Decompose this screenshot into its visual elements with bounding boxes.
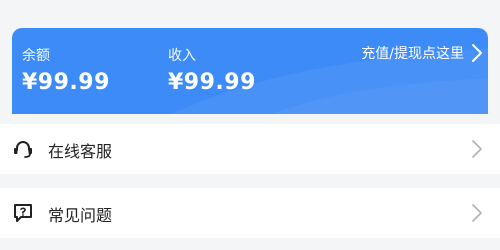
income-label: 收入	[168, 48, 196, 64]
recharge-withdraw-label: 充值/提现点这里	[361, 46, 464, 62]
menu-item-label: 在线客服	[48, 142, 113, 161]
income-value: ¥99.99	[168, 70, 256, 95]
balance-card[interactable]: 余额 ¥99.99 收入 ¥99.99 充值/提现点这里	[12, 28, 488, 114]
menu-item-label: 常见问题	[48, 206, 113, 225]
bottom-spacer	[0, 238, 500, 250]
chevron-right-icon	[472, 204, 482, 222]
chevron-right-icon	[472, 140, 482, 158]
menu-item-online-service[interactable]: 在线客服	[0, 124, 500, 174]
balance-value: ¥99.99	[22, 70, 110, 95]
menu-item-faq[interactable]: 常见问题	[0, 188, 500, 238]
faq-chat-icon	[14, 204, 32, 222]
headset-icon	[14, 141, 32, 158]
balance-label: 余额	[22, 48, 50, 64]
chevron-right-icon	[472, 44, 482, 62]
top-spacer	[0, 0, 500, 22]
recharge-withdraw-link[interactable]: 充值/提现点这里	[361, 40, 484, 66]
